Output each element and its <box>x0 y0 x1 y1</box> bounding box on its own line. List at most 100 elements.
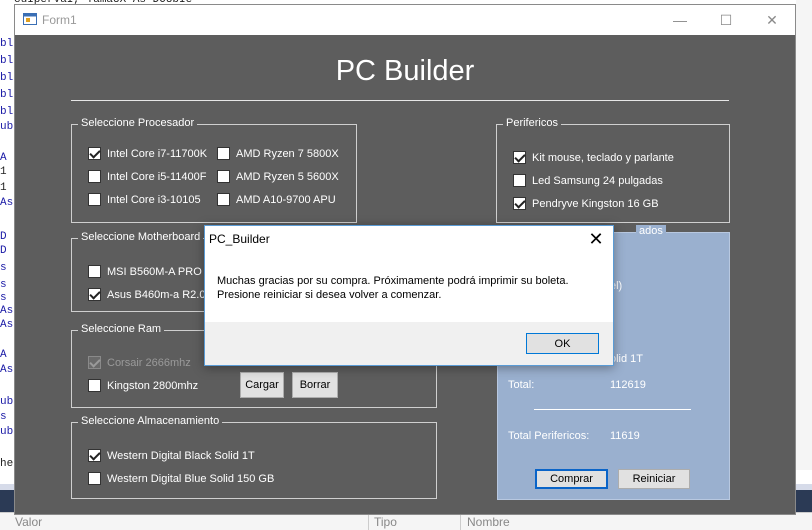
ide-code-fragment: ub <box>0 426 14 438</box>
storage-option[interactable]: Western Digital Blue Solid 150 GB <box>88 472 274 485</box>
dialog-title: PC_Builder <box>209 232 270 246</box>
ram-option[interactable]: Corsair 2666mhz <box>88 356 191 369</box>
reset-button[interactable]: Reiniciar <box>618 469 690 489</box>
ide-code-fragment: D <box>0 245 7 257</box>
checkbox-icon[interactable] <box>217 147 230 160</box>
maximize-icon[interactable]: ☐ <box>703 5 749 35</box>
dialog-message-line: Muchas gracias por su compra. Próximamen… <box>217 275 569 287</box>
checkbox-icon[interactable] <box>88 472 101 485</box>
processor-group: Seleccione Procesador Intel Core i7-1170… <box>71 117 357 223</box>
peripheral-option[interactable]: Kit mouse, teclado y parlante <box>513 151 674 164</box>
ram-group-title: Seleccione Ram <box>78 323 165 335</box>
ide-code-fragment: 1 <box>0 166 7 178</box>
storage-option-label: Western Digital Black Solid 1T <box>107 449 255 462</box>
peripherals-group: Perifericos Kit mouse, teclado y parlant… <box>496 117 730 223</box>
checkbox-checked-icon[interactable] <box>88 356 101 369</box>
message-dialog: PC_Builder ✕ Muchas gracias por su compr… <box>204 225 614 366</box>
processor-group-title: Seleccione Procesador <box>78 117 198 129</box>
ok-button[interactable]: OK <box>526 333 599 354</box>
delete-button[interactable]: Borrar <box>292 372 338 398</box>
checkbox-icon[interactable] <box>88 193 101 206</box>
peripheral-option[interactable]: Led Samsung 24 pulgadas <box>513 174 663 187</box>
checkbox-checked-icon[interactable] <box>88 147 101 160</box>
ide-column-separator <box>460 513 461 530</box>
storage-option[interactable]: Western Digital Black Solid 1T <box>88 449 255 462</box>
window-titlebar[interactable]: Form1 — ☐ ✕ <box>15 5 795 35</box>
processor-option-label: Intel Core i7-11700K <box>107 147 208 160</box>
processor-option-label: AMD A10-9700 APU <box>236 193 336 206</box>
processor-option-label: AMD Ryzen 5 5600X <box>236 170 339 183</box>
ide-code-fragment: A <box>0 152 7 164</box>
form-app-icon <box>23 13 37 25</box>
ide-column-value[interactable]: Valor <box>15 515 42 529</box>
summary-divider <box>534 409 691 410</box>
processor-option[interactable]: Intel Core i5-11400F <box>88 170 206 183</box>
peripherals-group-title: Perifericos <box>503 117 561 129</box>
buy-button[interactable]: Comprar <box>535 469 608 489</box>
processor-option[interactable]: AMD Ryzen 7 5800X <box>217 147 339 160</box>
close-icon[interactable]: ✕ <box>749 5 795 35</box>
ide-code-fragment: bl <box>0 55 14 67</box>
ide-right-margin <box>796 0 812 470</box>
storage-group-title: Seleccione Almacenamiento <box>78 415 223 427</box>
motherboard-option-label: MSI B560M-A PRO ( <box>107 265 209 278</box>
processor-option[interactable]: AMD Ryzen 5 5600X <box>217 170 339 183</box>
motherboard-group-title: Seleccione Motherboard <box>78 231 204 243</box>
ide-code-fragment: s <box>0 262 7 274</box>
dialog-message: Muchas gracias por su compra. Próximamen… <box>217 274 607 302</box>
ide-code-fragment: s <box>0 411 7 423</box>
ide-code-fragment: bl <box>0 89 14 101</box>
ide-code-fragment: As <box>0 197 14 209</box>
motherboard-option[interactable]: MSI B560M-A PRO ( <box>88 265 208 278</box>
ide-code-fragment: bl <box>0 38 14 50</box>
ide-column-type[interactable]: Tipo <box>374 515 397 529</box>
checkbox-checked-icon[interactable] <box>88 288 101 301</box>
checkbox-icon[interactable] <box>88 379 101 392</box>
checkbox-icon[interactable] <box>88 265 101 278</box>
ide-code-fragment: s <box>0 279 7 291</box>
summary-storage-value: olid 1T <box>610 353 644 365</box>
ram-option-label: Kingston 2800mhz <box>107 379 199 392</box>
summary-group-title: ados <box>636 225 666 237</box>
checkbox-icon[interactable] <box>513 174 526 187</box>
ide-code-fragment: he <box>0 458 14 470</box>
processor-option[interactable]: Intel Core i3-10105 <box>88 193 201 206</box>
minimize-icon[interactable]: — <box>657 5 703 35</box>
dialog-message-line: Presione reiniciar si desea volver a com… <box>217 289 442 301</box>
dialog-footer: OK <box>205 322 613 365</box>
total-value: 112619 <box>610 379 646 391</box>
ide-code-fragment: 1 <box>0 182 7 194</box>
total-label: Total: <box>508 379 535 391</box>
motherboard-option[interactable]: Asus B460m-a R2.0 ( <box>88 288 212 301</box>
checkbox-checked-icon[interactable] <box>88 449 101 462</box>
storage-group: Seleccione Almacenamiento Western Digita… <box>71 415 437 499</box>
ram-option-label: Corsair 2666mhz <box>107 356 191 369</box>
dialog-close-icon[interactable]: ✕ <box>585 228 607 250</box>
checkbox-icon[interactable] <box>88 170 101 183</box>
total-peripherals-label: Total Perifericos: <box>508 430 590 442</box>
motherboard-option-label: Asus B460m-a R2.0 ( <box>107 288 213 301</box>
ram-option[interactable]: Kingston 2800mhz <box>88 379 198 392</box>
ide-column-name[interactable]: Nombre <box>467 515 510 529</box>
storage-option-label: Western Digital Blue Solid 150 GB <box>107 472 275 485</box>
ide-code-fragment: As <box>0 364 14 376</box>
window-title: Form1 <box>42 13 77 27</box>
checkbox-icon[interactable] <box>217 193 230 206</box>
processor-option[interactable]: Intel Core i7-11700K <box>88 147 207 160</box>
page-title: PC Builder <box>335 55 475 87</box>
checkbox-icon[interactable] <box>217 170 230 183</box>
peripheral-option[interactable]: Pendryve Kingston 16 GB <box>513 197 659 210</box>
processor-option[interactable]: AMD A10-9700 APU <box>217 193 336 206</box>
checkbox-checked-icon[interactable] <box>513 197 526 210</box>
ide-code-fragment: As <box>0 305 14 317</box>
peripheral-option-label: Pendryve Kingston 16 GB <box>532 197 659 210</box>
load-button[interactable]: Cargar <box>240 372 284 398</box>
processor-option-label: Intel Core i3-10105 <box>107 193 201 206</box>
ide-code-fragment: bl <box>0 106 14 118</box>
checkbox-checked-icon[interactable] <box>513 151 526 164</box>
peripheral-option-label: Kit mouse, teclado y parlante <box>532 151 674 164</box>
ide-column-separator <box>368 513 369 530</box>
ide-code-fragment: ub <box>0 121 14 133</box>
processor-option-label: AMD Ryzen 7 5800X <box>236 147 339 160</box>
ide-code-fragment: s <box>0 292 7 304</box>
